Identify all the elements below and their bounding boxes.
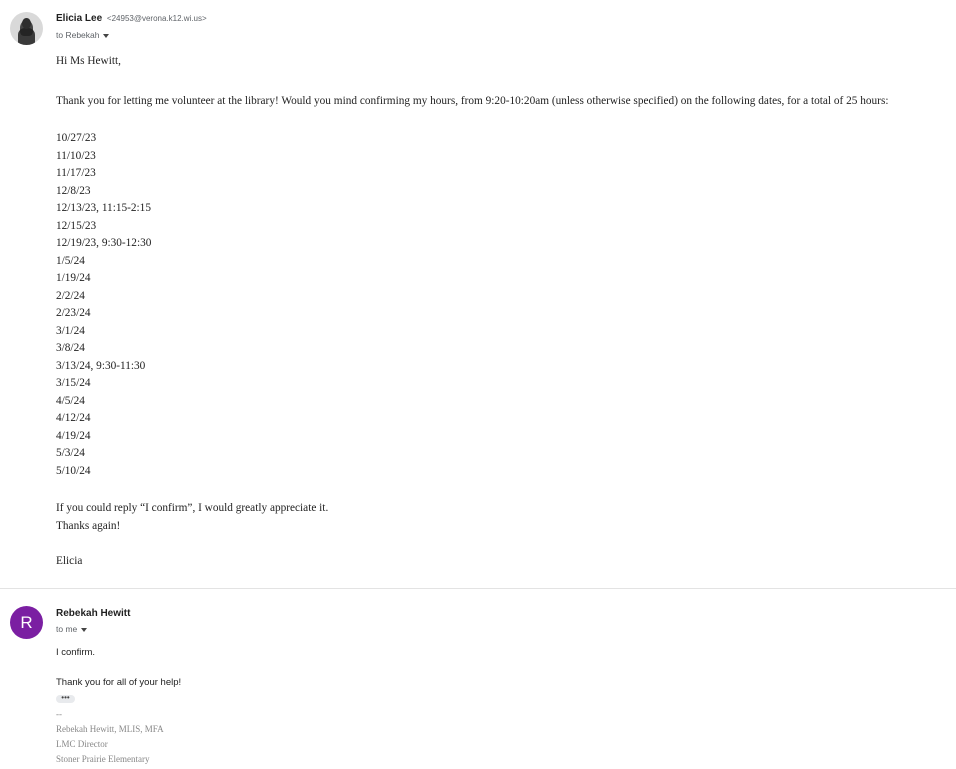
list-item: 3/15/24	[56, 377, 91, 389]
list-item: 4/19/24	[56, 429, 91, 442]
chevron-down-icon[interactable]	[103, 33, 110, 38]
list-item: 11/17/23	[56, 167, 96, 179]
list-item: 5/3/24	[56, 447, 85, 459]
signature-org: Stoner Prairie Elementary	[56, 754, 150, 764]
signature-separator: --	[56, 709, 62, 719]
closing-thanks: Thanks again!	[56, 520, 121, 532]
list-item: 2/23/24	[56, 307, 91, 319]
recipient-details-toggle[interactable]: to Rebekah	[56, 29, 110, 41]
sender-name[interactable]: Rebekah Hewitt	[56, 608, 130, 619]
list-item: 12/19/23, 9:30-12:30	[56, 237, 152, 249]
date-list: 10/27/23 11/10/23 11/17/23 12/8/23 12/13…	[56, 130, 151, 480]
signature-name: Rebekah Hewitt, MLIS, MFA	[56, 724, 164, 734]
list-item: 4/12/24	[56, 412, 91, 424]
list-item: 1/5/24	[56, 254, 85, 267]
sender-header: Elicia Lee <24953@verona.k12.wi.us>	[56, 12, 207, 25]
reply-line-1: I confirm.	[56, 647, 96, 658]
intro-paragraph: Thank you for letting me volunteer at th…	[56, 95, 889, 107]
list-item: 3/13/24, 9:30-11:30	[56, 359, 146, 372]
list-item: 12/15/23	[56, 219, 97, 232]
avatar-letter: R	[20, 613, 33, 632]
greeting: Hi Ms Hewitt,	[56, 55, 121, 67]
list-item: 12/8/23	[56, 184, 91, 197]
list-item: 3/8/24	[56, 342, 85, 354]
list-item: 11/10/23	[56, 149, 96, 162]
list-item: 3/1/24	[56, 324, 85, 337]
recipient-details-toggle[interactable]: to me	[56, 623, 88, 635]
sender-name[interactable]: Elicia Lee	[56, 13, 102, 24]
list-item: 5/10/24	[56, 464, 91, 477]
sender-avatar[interactable]	[10, 12, 43, 45]
list-item: 12/13/23, 11:15-2:15	[56, 202, 151, 214]
list-item: 2/2/24	[56, 289, 85, 302]
recipient-label: to Rebekah	[56, 30, 100, 40]
list-item: 10/27/23	[56, 132, 97, 144]
message-divider	[0, 588, 956, 589]
sender-header: Rebekah Hewitt	[56, 607, 130, 620]
sender-avatar[interactable]: R	[10, 606, 43, 639]
signature-title: LMC Director	[56, 739, 108, 749]
reply-line-2: Thank you for all of your help!	[56, 677, 182, 688]
list-item: 4/5/24	[56, 394, 85, 407]
recipient-label: to me	[56, 624, 78, 634]
list-item: 1/19/24	[56, 272, 91, 284]
show-trimmed-content-button[interactable]: •••	[56, 694, 75, 703]
chevron-down-icon[interactable]	[81, 627, 88, 632]
signoff: Elicia	[56, 555, 83, 567]
sender-email: <24953@verona.k12.wi.us>	[106, 14, 207, 23]
closing-request: If you could reply “I confirm”, I would …	[56, 502, 329, 514]
